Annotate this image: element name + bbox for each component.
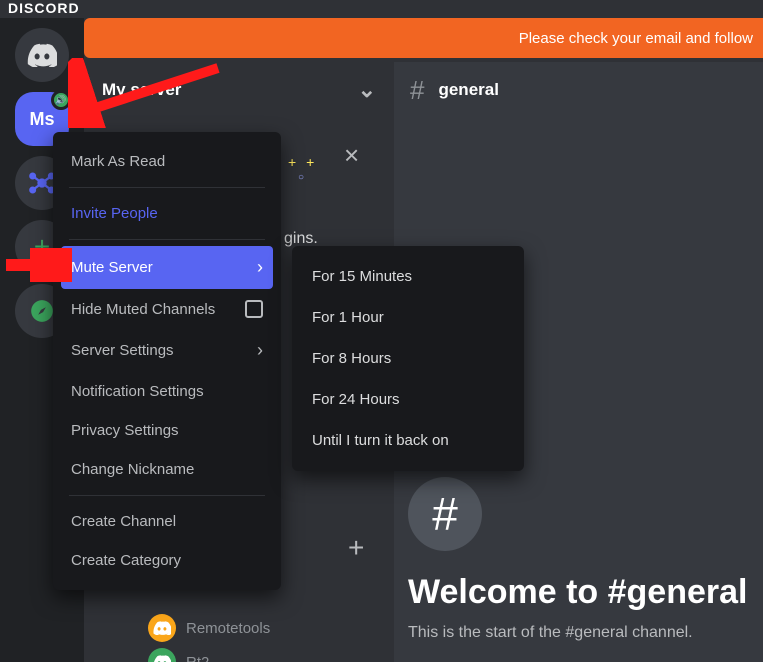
menu-notification-settings[interactable]: Notification Settings (61, 372, 273, 411)
member-name: Remotetools (186, 620, 270, 637)
mute-1-hour[interactable]: For 1 Hour (300, 297, 516, 338)
menu-label: For 1 Hour (312, 309, 384, 326)
menu-label: For 8 Hours (312, 350, 391, 367)
mute-24-hours[interactable]: For 24 Hours (300, 379, 516, 420)
voice-connected-badge-icon (51, 90, 71, 110)
member-row[interactable]: Remotetools (148, 614, 270, 642)
menu-label: Privacy Settings (71, 422, 179, 439)
menu-label: Create Channel (71, 513, 176, 530)
server-name-header[interactable]: My server ⌄ (84, 62, 394, 118)
menu-label: Invite People (71, 205, 158, 222)
menu-create-category[interactable]: Create Category (61, 541, 273, 580)
menu-label: For 15 Minutes (312, 268, 412, 285)
member-row[interactable]: Rt2 (148, 648, 209, 662)
menu-mute-server[interactable]: Mute Server › (61, 246, 273, 289)
mute-until-off[interactable]: Until I turn it back on (300, 420, 516, 461)
welcome-title: Welcome to #general (408, 573, 763, 612)
chevron-down-icon: ⌄ (358, 77, 376, 103)
discord-avatar-icon (153, 655, 171, 662)
welcome-block: # Welcome to #general This is the start … (408, 477, 763, 642)
checkbox-icon (245, 300, 263, 318)
discord-app: DISCORD Ms + (0, 0, 763, 662)
menu-separator (69, 495, 265, 496)
avatar (148, 648, 176, 662)
menu-label: Change Nickname (71, 461, 194, 478)
mute-15-minutes[interactable]: For 15 Minutes (300, 256, 516, 297)
menu-hide-muted-channels[interactable]: Hide Muted Channels (61, 289, 273, 329)
menu-label: Mute Server (71, 259, 153, 276)
discord-wordmark: DISCORD (8, 0, 80, 16)
menu-separator (69, 239, 265, 240)
chevron-right-icon: › (257, 340, 263, 361)
member-name: Rt2 (186, 654, 209, 662)
avatar (148, 614, 176, 642)
close-button[interactable]: × (344, 140, 359, 171)
hash-icon: # (410, 75, 424, 106)
menu-label: Notification Settings (71, 383, 204, 400)
menu-mark-as-read[interactable]: Mark As Read (61, 142, 273, 181)
create-channel-plus-icon[interactable]: + (348, 532, 364, 564)
hub-network-icon (28, 169, 56, 197)
menu-create-channel[interactable]: Create Channel (61, 502, 273, 541)
mute-8-hours[interactable]: For 8 Hours (300, 338, 516, 379)
menu-invite-people[interactable]: Invite People (61, 194, 273, 233)
menu-label: Create Category (71, 552, 181, 569)
channel-welcome-hash-icon: # (408, 477, 482, 551)
chevron-right-icon: › (257, 257, 263, 278)
welcome-subtitle: This is the start of the #general channe… (408, 624, 763, 642)
sparkle-decoration-icon: + + (288, 154, 317, 170)
server-context-menu: Mark As Read Invite People Mute Server ›… (53, 132, 281, 590)
menu-label: Until I turn it back on (312, 432, 449, 449)
compass-icon (29, 298, 55, 324)
email-verify-banner[interactable]: Please check your email and follow (84, 18, 763, 58)
menu-label: Mark As Read (71, 153, 165, 170)
channel-header: # general (394, 62, 763, 118)
sparkle-decoration-icon: ○ (298, 172, 304, 183)
mute-duration-submenu: For 15 Minutes For 1 Hour For 8 Hours Fo… (292, 246, 524, 471)
menu-server-settings[interactable]: Server Settings › (61, 329, 273, 372)
menu-change-nickname[interactable]: Change Nickname (61, 450, 273, 489)
server-name-label: My server (102, 80, 181, 100)
banner-text: Please check your email and follow (519, 30, 753, 47)
discord-avatar-icon (153, 621, 171, 635)
menu-separator (69, 187, 265, 188)
channel-name-label: general (438, 80, 498, 100)
home-button[interactable] (15, 28, 69, 82)
server-initials: Ms (29, 109, 54, 130)
menu-label: Hide Muted Channels (71, 301, 215, 318)
discord-logo-icon (27, 43, 57, 67)
menu-label: For 24 Hours (312, 391, 400, 408)
menu-privacy-settings[interactable]: Privacy Settings (61, 411, 273, 450)
plus-icon: + (34, 231, 50, 263)
menu-label: Server Settings (71, 342, 174, 359)
